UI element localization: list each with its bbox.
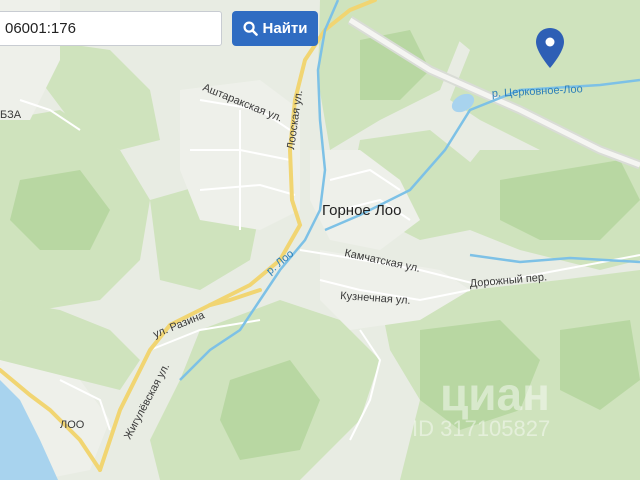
search-input[interactable] bbox=[0, 11, 222, 46]
village-label: Горное Лоо bbox=[322, 202, 401, 219]
search-icon bbox=[242, 21, 258, 36]
watermark-brand: циан bbox=[440, 368, 550, 420]
area-label-bza: БЗА bbox=[0, 109, 22, 121]
watermark-id: ID 317105827 bbox=[412, 416, 550, 441]
map-canvas[interactable]: Аштаракская ул. Лооская ул. Камчатская у… bbox=[0, 0, 640, 480]
search-button[interactable]: Найти bbox=[232, 11, 318, 46]
search-button-label: Найти bbox=[262, 20, 308, 37]
area-label-loo: ЛОО bbox=[60, 419, 85, 431]
